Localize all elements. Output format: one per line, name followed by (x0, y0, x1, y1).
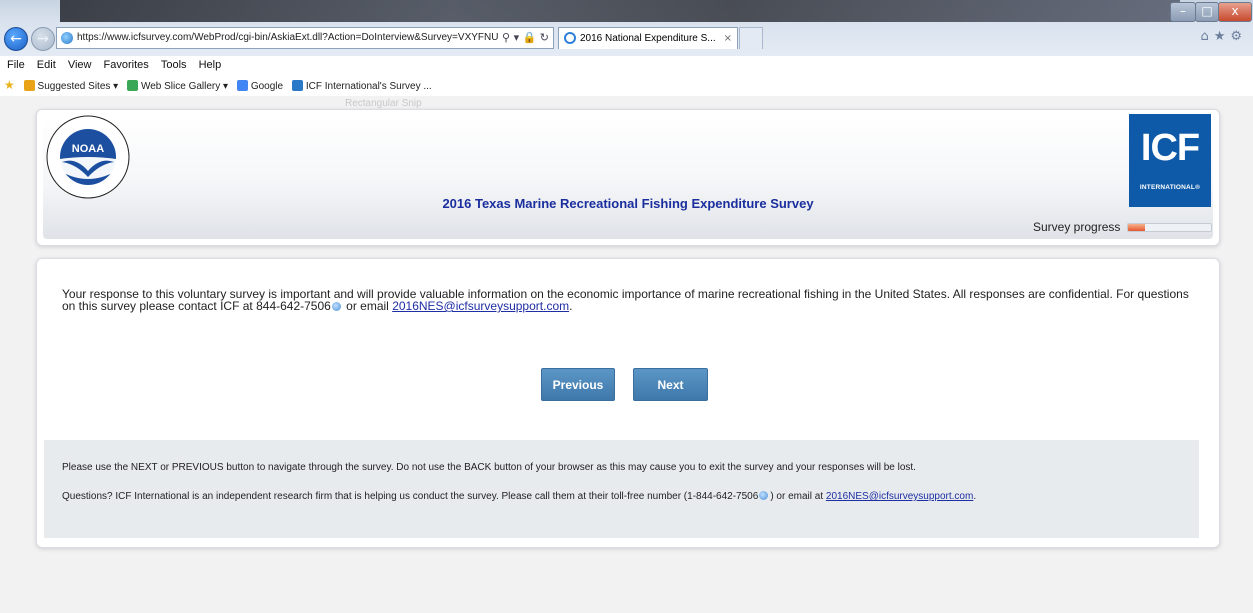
menu-tools[interactable]: Tools (161, 59, 187, 71)
address-bar[interactable]: https://www.icfsurvey.com/WebProd/cgi-bi… (56, 27, 554, 49)
progress-label: Survey progress (1033, 220, 1121, 234)
menu-favorites[interactable]: Favorites (104, 59, 149, 71)
google-icon (236, 80, 248, 91)
intro-paragraph: Your response to this voluntary survey i… (62, 288, 1202, 312)
forward-arrow-icon: → (37, 31, 49, 47)
icf-logo-subtext: INTERNATIONAL® (1139, 184, 1201, 191)
menu-view[interactable]: View (68, 59, 92, 71)
next-button[interactable]: Next (633, 368, 708, 401)
back-arrow-icon: ← (10, 31, 22, 47)
title-bar-background (60, 0, 1180, 22)
favorites-bar: ★ Suggested Sites ▾ Web Slice Gallery ▾ … (0, 74, 1253, 96)
footer-email-prefix: ) or email at (770, 491, 826, 502)
intro-email-link[interactable]: 2016NES@icfsurveysupport.com (392, 299, 569, 313)
new-tab-button[interactable] (739, 27, 763, 49)
previous-button[interactable]: Previous (541, 368, 615, 401)
fav-web-slice-label: Web Slice Gallery ▾ (140, 81, 229, 92)
web-slice-icon (126, 80, 138, 91)
site-icon (61, 32, 73, 44)
icf-logo-text: ICF (1140, 127, 1200, 169)
intro-text: Your response to this voluntary survey i… (62, 287, 1189, 313)
address-tools-icons[interactable]: ⚲ ▾ 🔒 ↻ (498, 28, 549, 48)
noaa-logo-icon: NOAA (46, 115, 130, 199)
forward-button[interactable]: → (31, 27, 55, 51)
page-title: 2016 Texas Marine Recreational Fishing E… (442, 196, 814, 211)
instructions-footer: Please use the NEXT or PREVIOUS button t… (44, 440, 1199, 538)
menu-bar: File Edit View Favorites Tools Help (0, 56, 1253, 74)
footer-email-link[interactable]: 2016NES@icfsurveysupport.com (826, 491, 973, 502)
fav-icf-survey[interactable]: ICF International's Survey ... (291, 76, 432, 98)
icf-logo-icon: ICF INTERNATIONAL® (1129, 114, 1211, 207)
browser-tab[interactable]: 2016 National Expenditure S... × (558, 27, 738, 49)
footer-questions-text: Questions? ICF International is an indep… (62, 491, 759, 502)
footer-phone-icon[interactable] (759, 491, 769, 500)
close-window-button[interactable]: x (1218, 2, 1252, 22)
footer-navigation-note: Please use the NEXT or PREVIOUS button t… (62, 462, 916, 473)
footer-end: . (973, 491, 977, 502)
address-url[interactable]: https://www.icfsurvey.com/WebProd/cgi-bi… (77, 28, 525, 48)
intro-end: . (569, 299, 573, 313)
fav-web-slice-gallery[interactable]: Web Slice Gallery ▾ (126, 76, 229, 98)
tab-close-icon[interactable]: × (724, 28, 732, 49)
noaa-logo-text: NOAA (72, 143, 104, 155)
progress-bar (1127, 223, 1212, 232)
minimize-button[interactable]: – (1170, 2, 1196, 22)
home-favorites-settings-icons[interactable]: ⌂★⚙ (1200, 29, 1247, 44)
menu-help[interactable]: Help (199, 59, 222, 71)
ie-icon (564, 32, 576, 44)
progress-fill (1128, 224, 1145, 231)
fav-suggested-sites[interactable]: Suggested Sites ▾ (23, 76, 119, 98)
menu-edit[interactable]: Edit (37, 59, 56, 71)
tab-title: 2016 National Expenditure S... (580, 33, 716, 44)
fav-google-label: Google (250, 81, 284, 92)
favorites-star-icon[interactable]: ★ (4, 74, 15, 96)
suggested-sites-icon (23, 80, 35, 91)
fav-google[interactable]: Google (236, 76, 284, 98)
fav-suggested-sites-label: Suggested Sites ▾ (37, 81, 119, 92)
phone-icon[interactable] (331, 302, 341, 311)
back-button[interactable]: ← (4, 27, 28, 51)
intro-email-prefix: or email (342, 299, 393, 313)
maximize-button[interactable]: □ (1195, 2, 1219, 22)
fav-icf-label: ICF International's Survey ... (305, 81, 432, 92)
footer-questions: Questions? ICF International is an indep… (62, 491, 976, 502)
menu-file[interactable]: File (7, 59, 25, 71)
ie-page-icon (291, 80, 303, 91)
